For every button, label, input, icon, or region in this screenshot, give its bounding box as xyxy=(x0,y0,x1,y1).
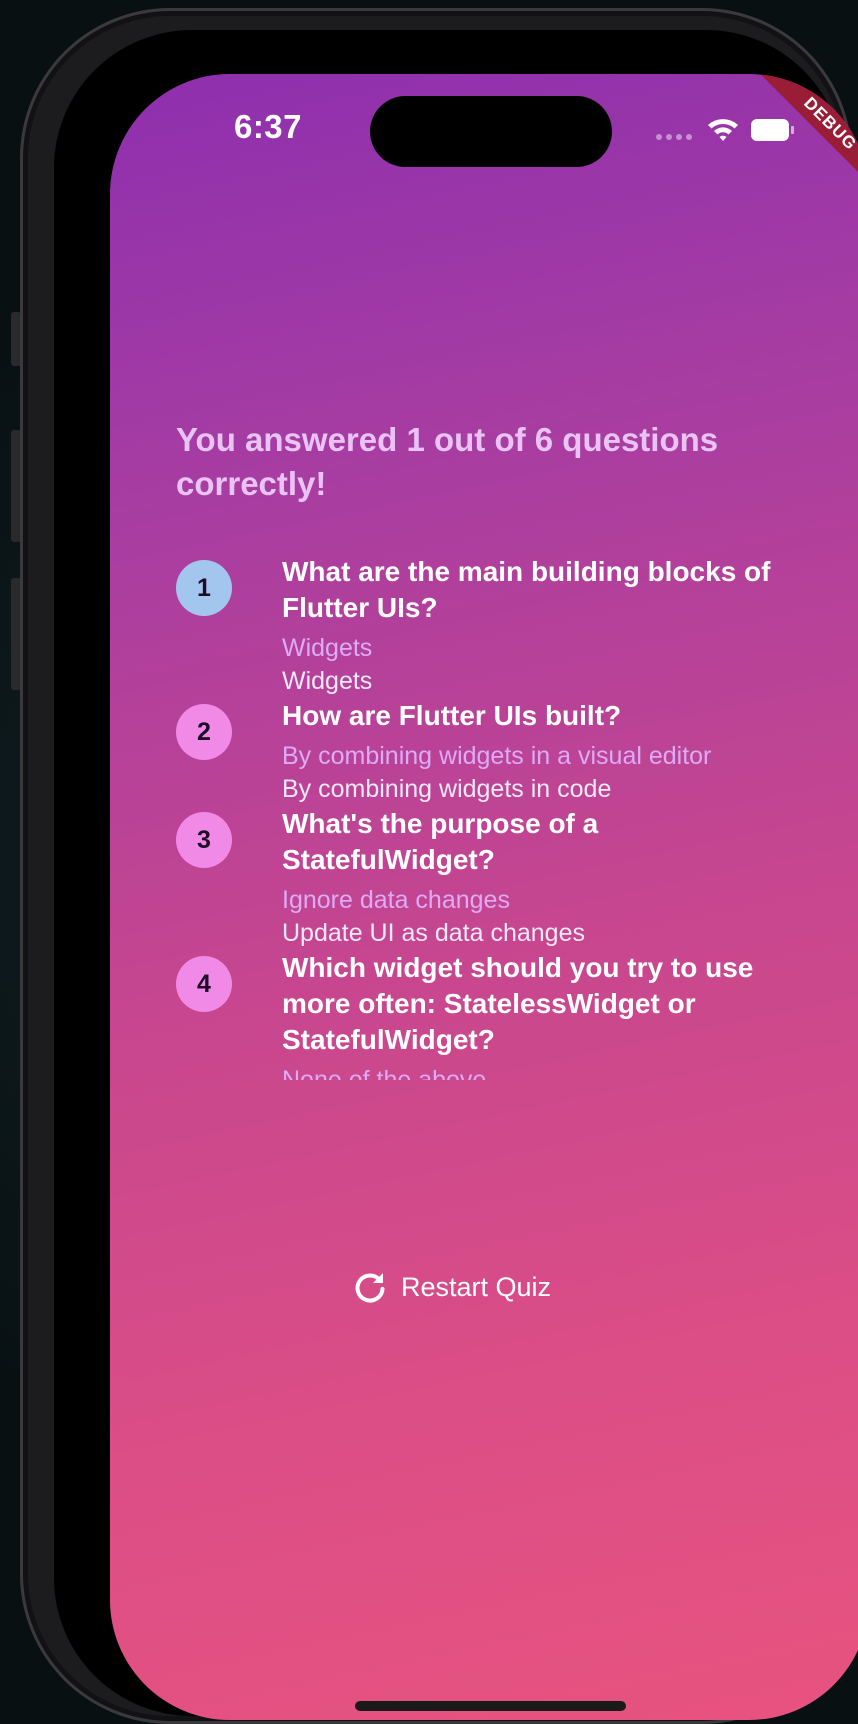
summary-item: 3 What's the purpose of a StatefulWidget… xyxy=(176,806,806,950)
question-number-badge: 3 xyxy=(176,812,232,868)
question-text: What are the main building blocks of Flu… xyxy=(282,556,771,623)
correct-answer: Update UI as data changes xyxy=(282,919,585,947)
question-number-badge: 1 xyxy=(176,560,232,616)
question-text: Which widget should you try to use more … xyxy=(282,952,754,1055)
user-answer: Ignore data changes xyxy=(282,886,510,914)
correct-answer: By combining widgets in code xyxy=(282,775,612,803)
results-title: You answered 1 out of 6 questions correc… xyxy=(176,421,719,502)
battery-icon xyxy=(751,119,794,141)
correct-answer: Widgets xyxy=(282,667,373,695)
dynamic-island xyxy=(370,96,612,167)
summary-item: 2 How are Flutter UIs built? By combinin… xyxy=(176,698,806,806)
question-number-badge: 4 xyxy=(176,956,232,1012)
user-answer: None of the above xyxy=(282,1066,487,1080)
summary-item: 4 Which widget should you try to use mor… xyxy=(176,950,806,1080)
status-time: 6:37 xyxy=(233,108,303,145)
phone-bezel: 6:37 DEBUG You answered 1 out of 6 quest… xyxy=(54,30,858,1720)
restart-quiz-button[interactable]: Restart Quiz xyxy=(353,1270,551,1304)
app-screen: 6:37 DEBUG You answered 1 out of 6 quest… xyxy=(110,74,858,1720)
refresh-icon xyxy=(355,1273,385,1303)
wifi-icon xyxy=(708,119,738,141)
restart-quiz-label: Restart Quiz xyxy=(401,1271,552,1302)
question-text: What's the purpose of a StatefulWidget? xyxy=(282,808,599,875)
questions-summary-list[interactable]: 1 What are the main building blocks of F… xyxy=(176,554,806,1080)
user-answer: Widgets xyxy=(282,634,373,662)
phone-frame: 6:37 DEBUG You answered 1 out of 6 quest… xyxy=(20,8,858,1724)
home-indicator[interactable] xyxy=(355,1701,626,1711)
question-text: How are Flutter UIs built? xyxy=(282,700,622,731)
summary-item: 1 What are the main building blocks of F… xyxy=(176,554,806,698)
user-answer: By combining widgets in a visual editor xyxy=(282,742,712,770)
question-number-badge: 2 xyxy=(176,704,232,760)
cellular-dots-icon xyxy=(656,134,692,140)
